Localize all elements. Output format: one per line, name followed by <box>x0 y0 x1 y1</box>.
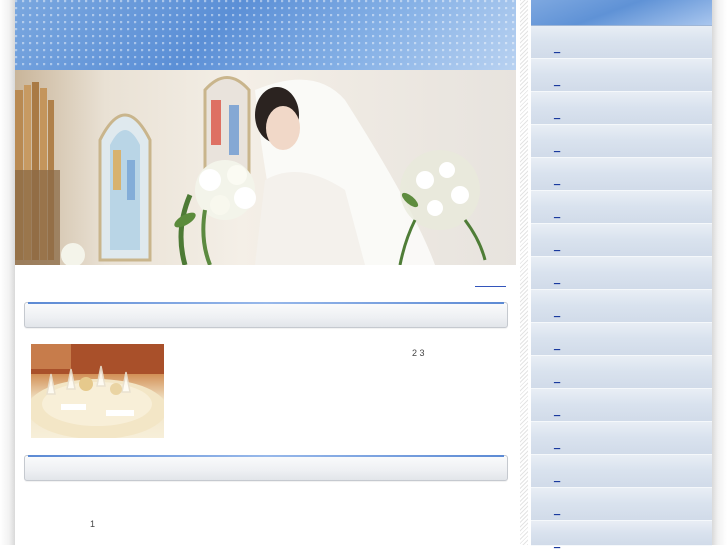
page-shadow-left <box>0 0 15 545</box>
section-header-bar-2 <box>24 455 508 481</box>
bouquet <box>174 160 256 265</box>
sidebar-item-label[interactable]: _ <box>554 340 560 351</box>
sidebar-item-label[interactable]: _ <box>554 439 560 450</box>
sidebar-item[interactable]: _ <box>531 488 712 521</box>
sidebar-item-label[interactable]: _ <box>554 241 560 252</box>
sidebar-item-label[interactable]: _ <box>554 109 560 120</box>
sidebar-item-label[interactable]: _ <box>554 406 560 417</box>
stained-window-left <box>98 113 152 262</box>
sidebar-item-label[interactable]: _ <box>554 43 560 54</box>
sidebar-item[interactable]: _ <box>531 92 712 125</box>
sidebar-item[interactable]: _ <box>531 422 712 455</box>
sidebar-item[interactable]: _ <box>531 521 712 549</box>
article-text-2: 1 <box>90 519 96 529</box>
sidebar-item-label[interactable]: _ <box>554 175 560 186</box>
article-text-1: 2 3 <box>412 348 425 358</box>
hero-image <box>15 70 516 265</box>
column-divider <box>520 0 528 545</box>
sidebar-item[interactable]: _ <box>531 290 712 323</box>
sidebar-item[interactable]: _ <box>531 257 712 290</box>
page-top-link[interactable] <box>475 277 506 287</box>
sidebar-item-label[interactable]: _ <box>554 505 560 516</box>
sidebar-item[interactable]: _ <box>531 26 712 59</box>
sidebar-header <box>531 0 712 26</box>
sidebar-item[interactable]: _ <box>531 125 712 158</box>
sidebar-item-label[interactable]: _ <box>554 76 560 87</box>
sidebar-item[interactable]: _ <box>531 191 712 224</box>
header-banner <box>15 0 516 70</box>
sidebar-item[interactable]: _ <box>531 59 712 92</box>
main-column: 2 3 1 <box>15 0 516 545</box>
sidebar-item[interactable]: _ <box>531 389 712 422</box>
sidebar: _ _ _ _ _ _ _ _ _ _ _ _ _ _ _ _ <box>531 0 712 549</box>
organ-pipes <box>15 82 60 265</box>
bride-face <box>266 106 300 150</box>
sidebar-item-label[interactable]: _ <box>554 373 560 384</box>
sidebar-item-label[interactable]: _ <box>554 472 560 483</box>
sidebar-item[interactable]: _ <box>531 224 712 257</box>
aisle-flowers <box>61 243 85 265</box>
bride-hero-photo <box>15 76 487 265</box>
banquet-photo <box>31 344 164 438</box>
sidebar-item-label[interactable]: _ <box>554 274 560 285</box>
sidebar-item-label[interactable]: _ <box>554 538 560 549</box>
sidebar-item-label[interactable]: _ <box>554 208 560 219</box>
page-shadow-right <box>712 0 727 545</box>
section-header-bar <box>24 302 508 328</box>
sidebar-item-label[interactable]: _ <box>554 142 560 153</box>
sidebar-item-label[interactable]: _ <box>554 307 560 318</box>
sidebar-item[interactable]: _ <box>531 323 712 356</box>
sidebar-item[interactable]: _ <box>531 356 712 389</box>
sidebar-item[interactable]: _ <box>531 455 712 488</box>
banquet-table-photo <box>31 344 164 438</box>
sidebar-item[interactable]: _ <box>531 158 712 191</box>
